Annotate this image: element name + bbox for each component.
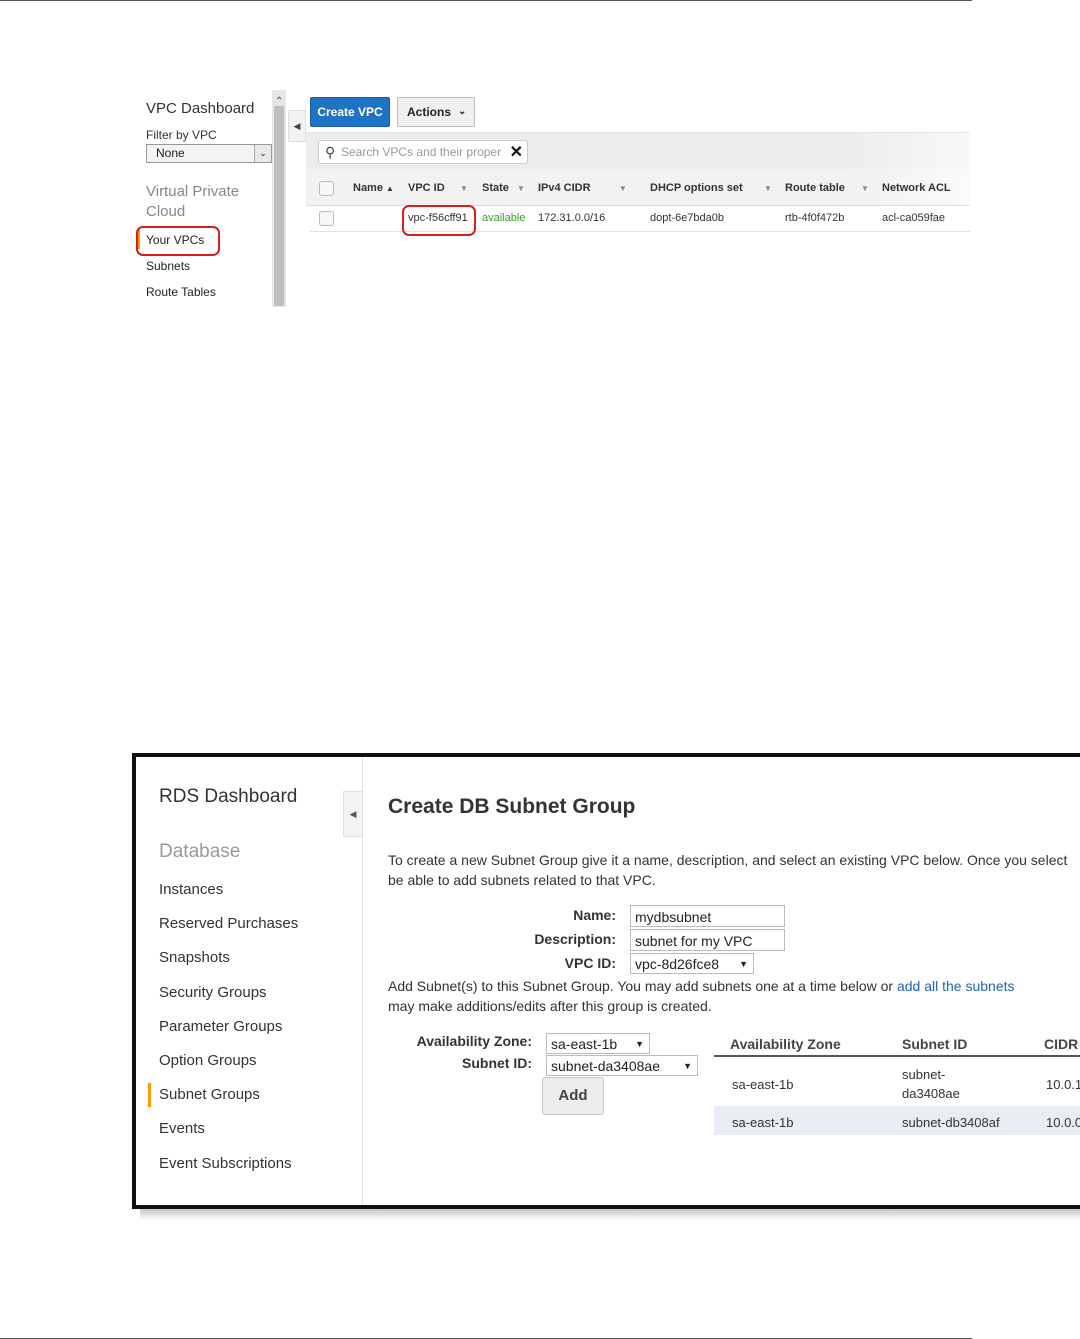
vpc-id-highlight-circle — [402, 205, 476, 236]
your-vpcs-highlight-circle — [136, 226, 220, 256]
sidebar-item-instances[interactable]: Instances — [159, 881, 223, 898]
search-placeholder: Search VPCs and their proper — [341, 145, 502, 159]
add-button[interactable]: Add — [542, 1077, 604, 1115]
column-route-table[interactable]: Route table — [785, 182, 845, 194]
row-1-availability-zone: sa-east-1b — [732, 1077, 794, 1092]
sidebar-scrollbar[interactable] — [272, 90, 286, 307]
vpc-id-label: VPC ID: — [564, 955, 616, 971]
intro-text-line-1: To create a new Subnet Group give it a n… — [388, 852, 1068, 868]
sidebar-item-security-groups[interactable]: Security Groups — [159, 984, 267, 1001]
chevron-down-icon: ⌄ — [458, 106, 467, 117]
filter-by-vpc-select[interactable]: None ⌄ — [146, 144, 272, 163]
row-2-cidr: 10.0.0 — [1046, 1115, 1080, 1130]
subnet-id-label: Subnet ID: — [462, 1055, 532, 1071]
row-1-subnet-id-line-2: da3408ae — [902, 1086, 960, 1101]
sidebar-item-events[interactable]: Events — [159, 1120, 205, 1137]
column-ipv4-cidr[interactable]: IPv4 CIDR — [538, 182, 591, 194]
page-title: Create DB Subnet Group — [388, 795, 636, 818]
caret-down-icon: ▼ — [683, 1061, 692, 1071]
add-subnets-text: Add Subnet(s) to this Subnet Group. You … — [388, 978, 1015, 994]
description-input[interactable]: subnet for my VPC — [630, 929, 785, 951]
collapse-sidebar-icon[interactable]: ◀ — [343, 791, 363, 837]
database-section-heading: Database — [159, 841, 241, 862]
sort-icon[interactable]: ▼ — [764, 184, 772, 193]
cell-dhcp-options[interactable]: dopt-6e7bda0b — [650, 212, 724, 224]
intro-text-line-2: be able to add subnets related to that V… — [388, 872, 656, 888]
sort-icon[interactable]: ▼ — [619, 184, 627, 193]
vpc-id-select[interactable]: vpc-8d26fce8 ▼ — [630, 953, 754, 974]
sidebar-item-route-tables[interactable]: Route Tables — [146, 285, 216, 299]
sort-asc-icon[interactable]: ▲ — [386, 184, 394, 193]
sidebar-item-subnet-groups[interactable]: Subnet Groups — [148, 1083, 260, 1107]
search-input[interactable]: ⚲ Search VPCs and their proper ✕ — [318, 140, 528, 164]
collapse-sidebar-icon[interactable]: ◀ — [288, 110, 306, 142]
cell-route-table[interactable]: rtb-4f0f472b — [785, 212, 844, 224]
column-dhcp-options-set[interactable]: DHCP options set — [650, 182, 743, 194]
availability-zone-select[interactable]: sa-east-1b ▼ — [546, 1033, 650, 1054]
select-all-checkbox[interactable] — [319, 181, 334, 196]
cell-network-acl[interactable]: acl-ca059fae — [882, 212, 945, 224]
vpc-main-panel: Create VPC Actions ⌄ ⚲ Search VPCs and t… — [306, 90, 970, 307]
rds-dashboard-title[interactable]: RDS Dashboard — [159, 786, 297, 808]
sidebar-item-parameter-groups[interactable]: Parameter Groups — [159, 1018, 282, 1035]
vpc-dashboard-title[interactable]: VPC Dashboard — [146, 100, 254, 117]
actions-button[interactable]: Actions ⌄ — [397, 97, 475, 127]
scrollbar-thumb[interactable] — [274, 106, 284, 306]
actions-button-label: Actions — [407, 105, 452, 119]
vpc-id-select-value: vpc-8d26fce8 — [635, 956, 720, 972]
description-label: Description: — [534, 931, 616, 947]
row-1-subnet-id-line-1: subnet- — [902, 1067, 946, 1082]
table-header-row — [306, 169, 970, 206]
caret-down-icon: ▼ — [739, 959, 748, 969]
filter-by-vpc-value: None — [156, 146, 185, 160]
rds-console-screenshot: RDS Dashboard Database Instances Reserve… — [132, 753, 1080, 1209]
sort-icon[interactable]: ▼ — [517, 184, 525, 193]
add-subnets-text-line-2: may make additions/edits after this grou… — [388, 998, 712, 1014]
row-2-subnet-id: subnet-db3408af — [902, 1115, 1000, 1130]
name-input[interactable]: mydbsubnet — [630, 905, 785, 927]
column-vpc-id[interactable]: VPC ID — [408, 182, 445, 194]
sidebar-item-subnets[interactable]: Subnets — [146, 259, 190, 273]
sort-icon[interactable]: ▼ — [861, 184, 869, 193]
column-availability-zone: Availability Zone — [730, 1036, 841, 1052]
availability-zone-select-value: sa-east-1b — [551, 1036, 618, 1052]
cell-ipv4-cidr: 172.31.0.0/16 — [538, 212, 606, 224]
vpc-console-screenshot: VPC Dashboard Filter by VPC None ⌄ Virtu… — [134, 90, 970, 307]
search-icon: ⚲ — [325, 144, 336, 160]
filter-by-vpc-label: Filter by VPC — [146, 128, 217, 142]
subnet-id-select[interactable]: subnet-da3408ae ▼ — [546, 1055, 698, 1076]
column-network-acl[interactable]: Network ACL — [882, 182, 951, 194]
sort-icon[interactable]: ▼ — [460, 184, 468, 193]
sidebar-item-reserved-purchases[interactable]: Reserved Purchases — [159, 915, 298, 932]
subnet-id-select-value: subnet-da3408ae — [551, 1058, 660, 1074]
column-cidr-block: CIDR B — [1044, 1036, 1080, 1052]
add-all-subnets-link[interactable]: add all the subnets — [897, 978, 1015, 994]
row-checkbox[interactable] — [319, 211, 334, 226]
sidebar-item-snapshots[interactable]: Snapshots — [159, 949, 230, 966]
row-2-availability-zone: sa-east-1b — [732, 1115, 794, 1130]
caret-down-icon: ▼ — [635, 1039, 644, 1049]
column-name[interactable]: Name — [353, 182, 383, 194]
vpc-sidebar: VPC Dashboard Filter by VPC None ⌄ Virtu… — [134, 90, 286, 307]
availability-zone-label: Availability Zone: — [416, 1033, 532, 1049]
table-header-divider — [714, 1055, 1080, 1057]
vpc-section-heading: Virtual Private Cloud — [146, 183, 240, 220]
rds-sidebar: RDS Dashboard Database Instances Reserve… — [136, 757, 363, 1205]
cell-state: available — [482, 212, 526, 224]
page-top-rule — [0, 0, 972, 1]
column-state[interactable]: State — [482, 182, 509, 194]
add-subnets-text-line-1: Add Subnet(s) to this Subnet Group. You … — [388, 978, 894, 994]
sidebar-item-option-groups[interactable]: Option Groups — [159, 1052, 257, 1069]
chevron-down-icon: ⌄ — [254, 145, 271, 162]
create-vpc-button[interactable]: Create VPC — [310, 97, 390, 127]
name-label: Name: — [573, 907, 616, 923]
scroll-up-icon[interactable]: ⌃ — [275, 96, 283, 107]
clear-search-icon[interactable]: ✕ — [510, 142, 523, 162]
column-subnet-id: Subnet ID — [902, 1036, 968, 1052]
row-1-cidr: 10.0.1 — [1046, 1077, 1080, 1092]
sidebar-item-event-subscriptions[interactable]: Event Subscriptions — [159, 1155, 292, 1172]
